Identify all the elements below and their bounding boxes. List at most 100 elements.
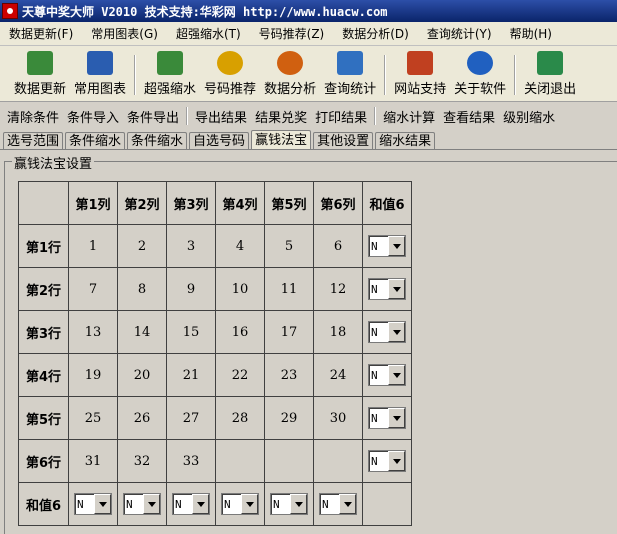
number-cell[interactable]: 12 xyxy=(313,267,363,311)
number-cell[interactable]: 7 xyxy=(68,267,118,311)
tab-results[interactable]: 缩水结果 xyxy=(375,132,436,150)
check-results-button[interactable]: 结果兑奖 xyxy=(251,107,311,126)
number-cell[interactable]: 25 xyxy=(68,396,118,440)
number-cell[interactable]: 4 xyxy=(215,224,265,268)
sum-dropdown[interactable]: N xyxy=(123,493,161,515)
sum-dropdown[interactable]: N xyxy=(368,450,406,472)
toolbar-separator xyxy=(514,55,517,95)
sum-dropdown[interactable]: N xyxy=(319,493,357,515)
number-cell[interactable]: 24 xyxy=(313,353,363,397)
number-cell[interactable]: 17 xyxy=(264,310,314,354)
number-cell[interactable]: 11 xyxy=(264,267,314,311)
number-cell[interactable]: 31 xyxy=(68,439,118,483)
dropdown-value: N xyxy=(126,497,133,511)
chevron-down-icon[interactable] xyxy=(241,494,258,514)
sum-dropdown[interactable]: N xyxy=(368,407,406,429)
tab-conditions-2[interactable]: 条件缩水 xyxy=(127,132,188,150)
number-cell[interactable]: 19 xyxy=(68,353,118,397)
reduce-calc-button[interactable]: 缩水计算 xyxy=(379,107,439,126)
website-button[interactable]: 网站支持 xyxy=(390,49,450,101)
sum-dropdown[interactable]: N xyxy=(368,278,406,300)
number-cell[interactable]: 33 xyxy=(166,439,216,483)
chevron-down-icon[interactable] xyxy=(192,494,209,514)
number-cell[interactable]: 9 xyxy=(166,267,216,311)
tab-other-settings[interactable]: 其他设置 xyxy=(313,132,374,150)
chevron-down-icon[interactable] xyxy=(388,322,405,342)
number-cell[interactable]: 22 xyxy=(215,353,265,397)
number-cell[interactable]: 6 xyxy=(313,224,363,268)
chevron-down-icon[interactable] xyxy=(143,494,160,514)
reduce-button[interactable]: 超强缩水 xyxy=(140,49,200,101)
number-cell[interactable]: 18 xyxy=(313,310,363,354)
menu-reduce[interactable]: 超强缩水(T) xyxy=(167,25,250,42)
number-cell[interactable]: 2 xyxy=(117,224,167,268)
sum-dropdown[interactable]: N xyxy=(74,493,112,515)
dropdown-value: N xyxy=(224,497,231,511)
number-cell[interactable] xyxy=(264,439,314,483)
view-results-button[interactable]: 查看结果 xyxy=(439,107,499,126)
number-cell[interactable]: 21 xyxy=(166,353,216,397)
number-cell[interactable]: 15 xyxy=(166,310,216,354)
menu-recommend[interactable]: 号码推荐(Z) xyxy=(250,25,334,42)
dropdown-value: N xyxy=(273,497,280,511)
menu-data-update[interactable]: 数据更新(F) xyxy=(0,25,82,42)
empty-cell xyxy=(362,482,412,526)
chevron-down-icon[interactable] xyxy=(388,279,405,299)
chevron-down-icon[interactable] xyxy=(388,365,405,385)
number-cell[interactable]: 1 xyxy=(68,224,118,268)
exit-button[interactable]: 关闭退出 xyxy=(520,49,580,101)
sum-dropdown[interactable]: N xyxy=(270,493,308,515)
sum-dropdown[interactable]: N xyxy=(368,235,406,257)
tab-range[interactable]: 选号范围 xyxy=(3,132,64,150)
number-cell[interactable]: 5 xyxy=(264,224,314,268)
tab-custom-numbers[interactable]: 自选号码 xyxy=(189,132,250,150)
sum-dropdown[interactable]: N xyxy=(368,321,406,343)
number-cell[interactable]: 20 xyxy=(117,353,167,397)
number-cell[interactable]: 23 xyxy=(264,353,314,397)
row-header: 和值6 xyxy=(18,482,69,526)
analysis-button[interactable]: 数据分析 xyxy=(260,49,320,101)
chevron-down-icon[interactable] xyxy=(388,408,405,428)
sum-dropdown[interactable]: N xyxy=(368,364,406,386)
level-reduce-button[interactable]: 级别缩水 xyxy=(499,107,559,126)
chevron-down-icon[interactable] xyxy=(339,494,356,514)
number-cell[interactable]: 28 xyxy=(215,396,265,440)
number-cell[interactable]: 26 xyxy=(117,396,167,440)
number-cell[interactable]: 16 xyxy=(215,310,265,354)
number-cell[interactable] xyxy=(313,439,363,483)
export-conditions-button[interactable]: 条件导出 xyxy=(123,107,183,126)
number-cell[interactable]: 3 xyxy=(166,224,216,268)
clear-conditions-button[interactable]: 清除条件 xyxy=(3,107,63,126)
data-update-button[interactable]: 数据更新 xyxy=(10,49,70,101)
menu-analysis[interactable]: 数据分析(D) xyxy=(333,25,418,42)
tab-conditions[interactable]: 条件缩水 xyxy=(65,132,126,150)
number-cell[interactable]: 27 xyxy=(166,396,216,440)
chevron-down-icon[interactable] xyxy=(290,494,307,514)
charts-button[interactable]: 常用图表 xyxy=(70,49,130,101)
row-header: 第2行 xyxy=(18,267,69,311)
recommend-button[interactable]: 号码推荐 xyxy=(200,49,260,101)
menu-help[interactable]: 帮助(H) xyxy=(501,25,561,42)
menu-query[interactable]: 查询统计(Y) xyxy=(418,25,501,42)
sum-dropdown[interactable]: N xyxy=(221,493,259,515)
tab-win-magic[interactable]: 赢钱法宝 xyxy=(251,130,312,150)
chevron-down-icon[interactable] xyxy=(388,236,405,256)
number-cell[interactable]: 14 xyxy=(117,310,167,354)
query-button[interactable]: 查询统计 xyxy=(320,49,380,101)
chevron-down-icon[interactable] xyxy=(388,451,405,471)
number-cell[interactable]: 13 xyxy=(68,310,118,354)
menu-charts[interactable]: 常用图表(G) xyxy=(82,25,167,42)
export-results-button[interactable]: 导出结果 xyxy=(191,107,251,126)
chevron-down-icon[interactable] xyxy=(94,494,111,514)
number-cell[interactable]: 29 xyxy=(264,396,314,440)
chart-icon xyxy=(87,51,114,75)
about-button[interactable]: 关于软件 xyxy=(450,49,510,101)
number-cell[interactable]: 10 xyxy=(215,267,265,311)
number-cell[interactable]: 32 xyxy=(117,439,167,483)
sum-dropdown[interactable]: N xyxy=(172,493,210,515)
number-cell[interactable]: 30 xyxy=(313,396,363,440)
number-cell[interactable] xyxy=(215,439,265,483)
print-results-button[interactable]: 打印结果 xyxy=(311,107,371,126)
number-cell[interactable]: 8 xyxy=(117,267,167,311)
import-conditions-button[interactable]: 条件导入 xyxy=(63,107,123,126)
